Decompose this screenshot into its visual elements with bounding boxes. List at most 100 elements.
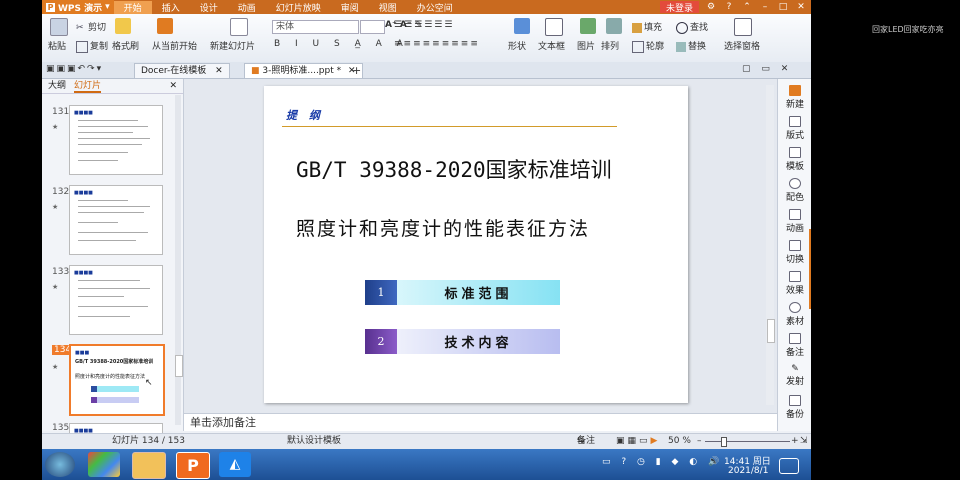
tab-outline[interactable]: 大纲 xyxy=(48,79,66,93)
outline-button[interactable]: 轮廓 xyxy=(632,39,664,53)
start-button[interactable] xyxy=(45,452,75,477)
tab-window-controls[interactable]: ▢ ▭ ✕ xyxy=(742,64,792,74)
arrange-button[interactable]: 排列 xyxy=(601,39,619,52)
from-current-button[interactable]: 从当前开始 xyxy=(152,39,197,52)
find-button[interactable]: 查找 xyxy=(676,20,708,34)
menu-animation[interactable]: 动画 xyxy=(228,1,266,14)
notes-area[interactable]: 单击添加备注 xyxy=(184,413,777,431)
chevron-up-icon[interactable]: ⌃ xyxy=(741,2,753,12)
layout-button[interactable]: 版式 xyxy=(778,116,811,141)
replace-label: 替换 xyxy=(688,42,707,52)
backup-button[interactable]: 备份 xyxy=(778,395,811,420)
color-scheme-button[interactable]: 配色 xyxy=(778,178,811,203)
menu-insert[interactable]: 插入 xyxy=(152,1,190,14)
font-style-buttons[interactable]: B I U S A̲ A A xyxy=(274,39,409,49)
material-label: 素材 xyxy=(785,317,804,327)
effect-label: 效果 xyxy=(785,286,804,296)
maximize-icon[interactable]: □ xyxy=(777,2,789,12)
zoom-out-button[interactable]: – xyxy=(697,434,702,449)
new-button[interactable]: 新建 xyxy=(778,85,811,110)
design-template-name: 默认设计模板 xyxy=(287,436,342,446)
menu-review[interactable]: 审阅 xyxy=(331,1,369,14)
file-explorer-icon[interactable] xyxy=(132,452,166,479)
right-task-toolbar: 新建 版式 模板 配色 动画 切换 效果 素材 备注 ✎ 发射 备份 xyxy=(777,79,811,431)
menubar: P WPS 演示 ▾ 开始 插入 设计 动画 幻灯片放映 审阅 视图 办公空间 … xyxy=(42,0,811,14)
skin-icon[interactable]: ⚙ xyxy=(705,2,717,12)
action-center-icon[interactable] xyxy=(779,458,799,474)
slide-thumbnail-133[interactable]: ■■■■ xyxy=(69,265,163,335)
app-icon-colorful[interactable] xyxy=(88,452,120,477)
picture-button[interactable]: 图片 xyxy=(577,39,595,52)
template-button[interactable]: 模板 xyxy=(778,147,811,172)
transition-label: 切换 xyxy=(785,255,804,265)
animation-button[interactable]: 动画 xyxy=(778,209,811,234)
slide-heading: 提 纲 xyxy=(286,109,324,122)
menu-design[interactable]: 设计 xyxy=(190,1,228,14)
zoom-slider[interactable] xyxy=(705,437,790,447)
help-icon[interactable]: ? xyxy=(723,2,735,12)
wps-presentation-icon[interactable]: P xyxy=(176,452,210,479)
font-name-select[interactable]: 宋体 xyxy=(272,20,359,34)
slide-number: 133 xyxy=(52,267,70,277)
canvas-scrollbar[interactable] xyxy=(766,85,775,405)
minimize-icon[interactable]: – xyxy=(759,2,771,12)
menu-slideshow[interactable]: 幻灯片放映 xyxy=(266,1,331,14)
shape-button[interactable]: 形状 xyxy=(508,39,526,52)
system-tray-icons[interactable]: ▭ ? ◷ ▮ ◆ ◐ 🔊 xyxy=(602,457,723,467)
paragraph-list-icons[interactable]: ☰☰☰☰☰☰ xyxy=(394,20,454,30)
transition-button[interactable]: 切换 xyxy=(778,240,811,265)
status-bar: 幻灯片 134 / 153 默认设计模板 ⇆ 备注 ▣▦▭ ▶ 50 % – + … xyxy=(42,433,811,449)
new-tab-button[interactable]: + xyxy=(352,64,361,77)
slide-thumbnail-131[interactable]: ■■■■ xyxy=(69,105,163,175)
view-mode-buttons[interactable]: ▣▦▭ ▶ xyxy=(616,434,657,449)
thumb-heading: ■■■■ xyxy=(74,270,93,276)
ppt-file-icon: ■ xyxy=(251,66,260,76)
menu-view[interactable]: 视图 xyxy=(369,1,407,14)
slide-number: 131 xyxy=(52,107,70,117)
menu-office-space[interactable]: 办公空间 xyxy=(407,1,463,14)
thumb-subtitle: 照度计和亮度计的性能表征方法 xyxy=(75,374,146,380)
quick-access-icons[interactable]: ▣▣▣↶↷▾ xyxy=(46,64,103,74)
format-painter-button[interactable]: 格式刷 xyxy=(112,39,139,52)
tab-docer-templates[interactable]: Docer-在线模板 ✕ xyxy=(134,63,230,78)
send-button[interactable]: ✎ 发射 xyxy=(778,364,811,387)
close-tab-icon[interactable]: ✕ xyxy=(215,66,223,76)
slide-subtitle: 照度计和亮度计的性能表征方法 xyxy=(296,218,591,240)
close-icon[interactable]: ✕ xyxy=(795,2,807,12)
menu-home[interactable]: 开始 xyxy=(113,0,152,14)
copy-label: 复制 xyxy=(90,42,109,52)
effect-button[interactable]: 效果 xyxy=(778,271,811,296)
slide-thumbnail-134[interactable]: ■■■ GB/T 39388-2020国家标准培训 照度计和亮度计的性能表征方法… xyxy=(69,344,165,416)
slide-thumbnail-panel: 大纲 幻灯片 ✕ 131 ★ ■■■■ 132 ★ ■■■■ 133 ★ ■■■… xyxy=(42,79,184,435)
zoom-level: 50 % xyxy=(668,436,691,446)
tab-slides[interactable]: 幻灯片 xyxy=(74,79,102,93)
meeting-app-icon[interactable]: ◭ xyxy=(219,452,251,477)
select-pane-button[interactable]: 选择窗格 xyxy=(724,39,760,52)
material-button[interactable]: 素材 xyxy=(778,302,811,327)
close-panel-icon[interactable]: ✕ xyxy=(169,79,183,93)
slide-thumbnail-132[interactable]: ■■■■ xyxy=(69,185,163,255)
cut-button[interactable]: ✂ 剪切 xyxy=(76,20,106,34)
animation-star-icon: ★ xyxy=(52,123,59,131)
font-size-select[interactable] xyxy=(360,20,385,34)
tab-current-ppt[interactable]: ■ 3-照明标准....ppt * ✕ xyxy=(244,63,363,78)
paste-button[interactable]: 粘贴 xyxy=(48,39,66,52)
current-slide[interactable]: 提 纲 GB/T 39388-2020国家标准培训 照度计和亮度计的性能表征方法… xyxy=(264,86,688,403)
notes-button[interactable]: 备注 xyxy=(778,333,811,358)
paragraph-align-icons[interactable]: ≡≡≡≡≡≡≡≡≡ xyxy=(394,39,480,49)
thumbnail-scrollbar[interactable] xyxy=(175,95,183,425)
login-button[interactable]: 未登录 xyxy=(659,1,699,14)
play-from-current-icon xyxy=(157,18,173,34)
copy-button[interactable]: 复制 xyxy=(76,39,108,53)
clock-date: 2021/8/1 xyxy=(728,466,769,476)
arrange-icon xyxy=(606,18,622,34)
fit-window-button[interactable]: ⇲ xyxy=(800,434,808,449)
zoom-in-button[interactable]: + xyxy=(791,434,799,449)
fill-button[interactable]: 填充 xyxy=(632,20,662,33)
replace-button[interactable]: 替换 xyxy=(676,39,706,52)
layout-label: 版式 xyxy=(785,131,804,141)
new-slide-button[interactable]: 新建幻灯片 xyxy=(210,39,255,52)
textbox-button[interactable]: 文本框 xyxy=(538,39,565,52)
app-menu-button[interactable]: P WPS 演示 ▾ xyxy=(42,0,114,14)
template-label: 模板 xyxy=(785,162,804,172)
